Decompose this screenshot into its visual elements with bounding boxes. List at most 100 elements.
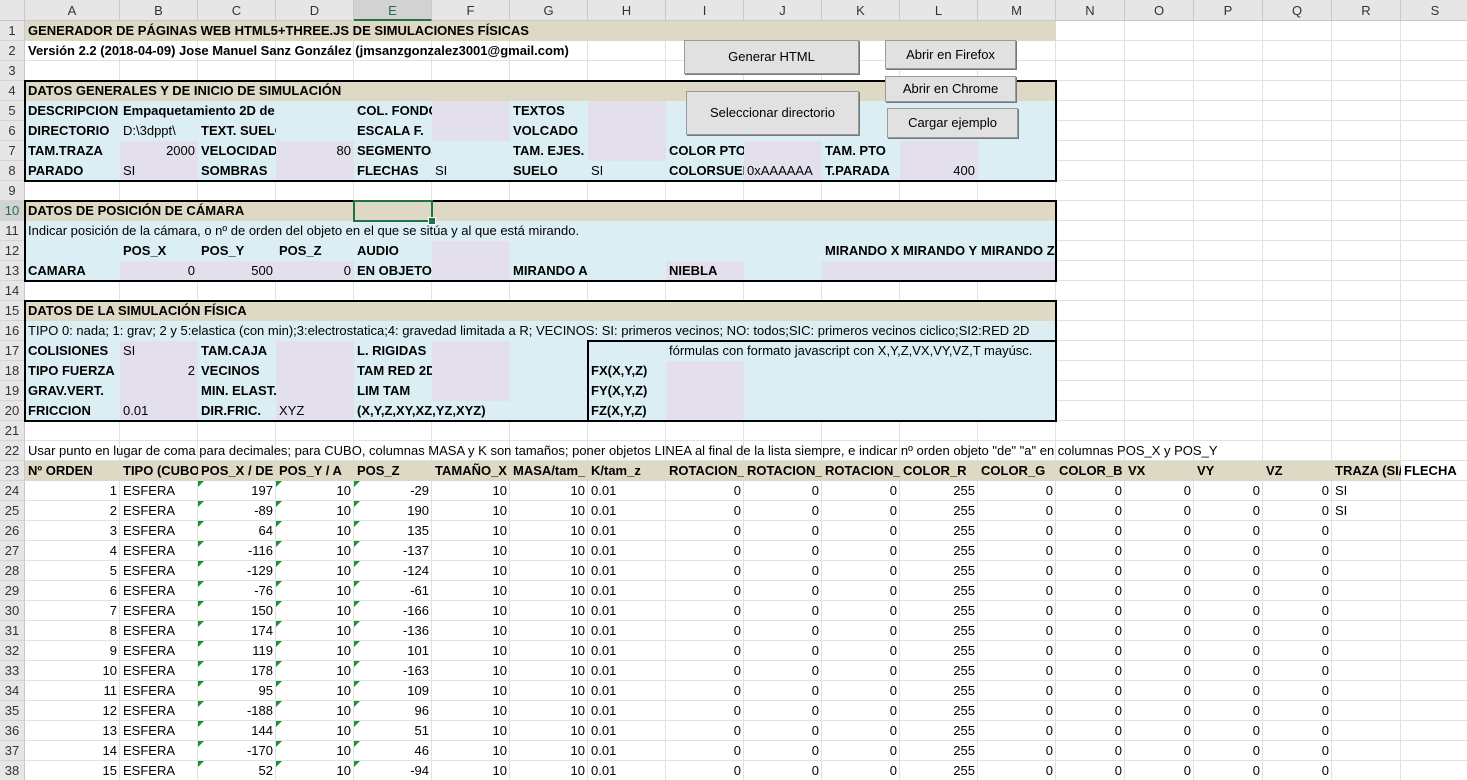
table-cell[interactable]: 10: [510, 481, 588, 501]
table-cell[interactable]: 7: [25, 601, 120, 621]
table-cell[interactable]: 0.01: [588, 661, 666, 681]
table-cell[interactable]: 0: [978, 541, 1056, 561]
row-header-22[interactable]: 22: [0, 441, 25, 461]
row-header-12[interactable]: 12: [0, 241, 25, 261]
table-cell[interactable]: 197: [198, 481, 276, 501]
label-tipo-fuerza[interactable]: TIPO FUERZA: [25, 361, 120, 381]
table-cell[interactable]: 255: [900, 721, 978, 741]
table-cell[interactable]: 10: [432, 581, 510, 601]
table-cell[interactable]: 174: [198, 621, 276, 641]
table-cell[interactable]: 3: [25, 521, 120, 541]
row-header-15[interactable]: 15: [0, 301, 25, 321]
table-cell[interactable]: 0.01: [588, 501, 666, 521]
table-cell[interactable]: 0: [822, 481, 900, 501]
table-cell[interactable]: 0: [1263, 581, 1332, 601]
table-cell[interactable]: 10: [510, 641, 588, 661]
table-header[interactable]: ROTACION_Z: [822, 461, 900, 481]
table-cell[interactable]: 0: [1263, 701, 1332, 721]
column-header-n[interactable]: N: [1056, 0, 1125, 21]
table-cell[interactable]: 10: [432, 561, 510, 581]
table-cell[interactable]: 0: [666, 721, 744, 741]
row-header-11[interactable]: 11: [0, 221, 25, 241]
row-header-21[interactable]: 21: [0, 421, 25, 441]
table-cell[interactable]: 10: [432, 621, 510, 641]
table-cell[interactable]: 0: [744, 501, 822, 521]
table-cell[interactable]: 0: [822, 601, 900, 621]
table-cell[interactable]: 0: [1056, 741, 1125, 761]
table-cell[interactable]: 0: [744, 521, 822, 541]
row-header-37[interactable]: 37: [0, 741, 25, 761]
table-header[interactable]: VY: [1194, 461, 1263, 481]
table-header[interactable]: K/tam_z: [588, 461, 666, 481]
table-cell[interactable]: 0: [666, 541, 744, 561]
table-cell[interactable]: 0: [1194, 661, 1263, 681]
table-cell[interactable]: 0: [1056, 701, 1125, 721]
table-cell[interactable]: 0: [1125, 681, 1194, 701]
table-cell[interactable]: ESFERA: [120, 481, 198, 501]
label-mirando-a[interactable]: MIRANDO A: [510, 261, 588, 281]
value-parado[interactable]: SI: [120, 161, 198, 181]
table-cell[interactable]: ESFERA: [120, 541, 198, 561]
table-cell[interactable]: 0: [978, 501, 1056, 521]
row-header-24[interactable]: 24: [0, 481, 25, 501]
table-cell[interactable]: 101: [354, 641, 432, 661]
table-cell[interactable]: 10: [510, 681, 588, 701]
label-flechas[interactable]: FLECHAS: [354, 161, 432, 181]
table-cell[interactable]: 14: [25, 741, 120, 761]
table-cell[interactable]: 0: [1125, 661, 1194, 681]
table-header[interactable]: FLECHA: [1401, 461, 1467, 481]
table-cell[interactable]: 190: [354, 501, 432, 521]
table-cell[interactable]: -170: [198, 741, 276, 761]
table-cell[interactable]: 10: [510, 721, 588, 741]
generate-html-button[interactable]: Generar HTML: [684, 40, 859, 74]
table-cell[interactable]: 0: [1263, 501, 1332, 521]
row-header-23[interactable]: 23: [0, 461, 25, 481]
table-cell[interactable]: 255: [900, 601, 978, 621]
table-cell[interactable]: 12: [25, 701, 120, 721]
fill-handle[interactable]: [428, 217, 436, 225]
label-tam-traza[interactable]: TAM.TRAZA: [25, 141, 120, 161]
table-cell[interactable]: 255: [900, 521, 978, 541]
table-cell[interactable]: -163: [354, 661, 432, 681]
row-header-33[interactable]: 33: [0, 661, 25, 681]
column-header-e[interactable]: E: [354, 0, 432, 21]
row-header-27[interactable]: 27: [0, 541, 25, 561]
table-header[interactable]: TRAZA (SI/: [1332, 461, 1401, 481]
table-cell[interactable]: ESFERA: [120, 621, 198, 641]
table-cell[interactable]: 10: [432, 601, 510, 621]
row-header-16[interactable]: 16: [0, 321, 25, 341]
table-cell[interactable]: 0: [666, 621, 744, 641]
table-cell[interactable]: -124: [354, 561, 432, 581]
table-cell[interactable]: 13: [25, 721, 120, 741]
table-cell[interactable]: 0: [822, 721, 900, 741]
table-cell[interactable]: 0: [978, 741, 1056, 761]
table-cell[interactable]: 46: [354, 741, 432, 761]
table-header[interactable]: VZ: [1263, 461, 1332, 481]
table-cell[interactable]: 255: [900, 701, 978, 721]
label-tam-caja[interactable]: TAM.CAJA: [198, 341, 276, 361]
table-cell[interactable]: 255: [900, 681, 978, 701]
table-cell[interactable]: ESFERA: [120, 501, 198, 521]
table-cell[interactable]: 0: [1194, 481, 1263, 501]
row-header-9[interactable]: 9: [0, 181, 25, 201]
table-cell[interactable]: 10: [510, 761, 588, 780]
open-chrome-button[interactable]: Abrir en Chrome: [885, 76, 1016, 102]
table-cell[interactable]: 0: [822, 541, 900, 561]
table-cell[interactable]: 255: [900, 481, 978, 501]
table-header[interactable]: ROTACION_X: [666, 461, 744, 481]
table-cell[interactable]: 10: [276, 761, 354, 780]
table-cell[interactable]: 0: [1056, 581, 1125, 601]
table-cell[interactable]: 0: [744, 721, 822, 741]
label-friccion[interactable]: FRICCION: [25, 401, 120, 421]
table-cell[interactable]: SI: [1332, 501, 1401, 521]
row-header-3[interactable]: 3: [0, 61, 25, 81]
column-header-p[interactable]: P: [1194, 0, 1263, 21]
table-cell[interactable]: 0.01: [588, 581, 666, 601]
column-header-b[interactable]: B: [120, 0, 198, 21]
table-cell[interactable]: 0: [1125, 701, 1194, 721]
table-cell[interactable]: 0: [1263, 661, 1332, 681]
table-cell[interactable]: 255: [900, 641, 978, 661]
value-suelo[interactable]: SI: [588, 161, 666, 181]
value-tipo-fuerza[interactable]: 2: [120, 361, 198, 381]
row-header-7[interactable]: 7: [0, 141, 25, 161]
